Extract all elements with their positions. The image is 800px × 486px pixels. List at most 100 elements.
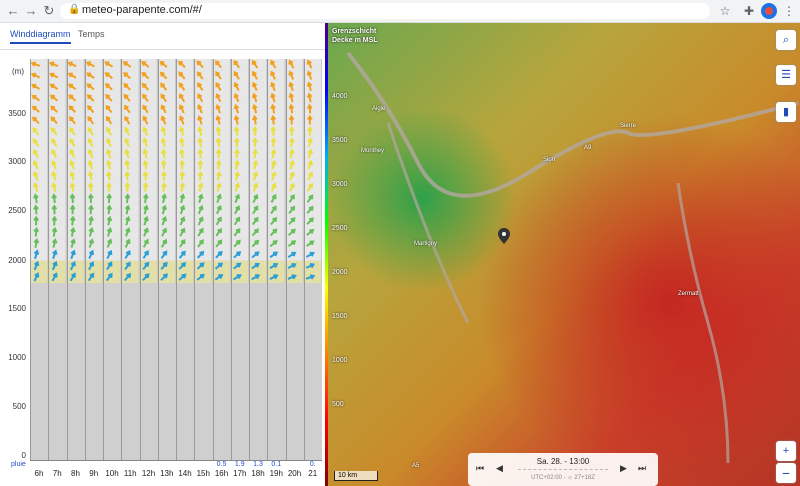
rain-value: 0.: [309, 461, 316, 468]
wind-cell: [177, 115, 194, 127]
wind-cell: [213, 193, 230, 205]
wind-cell: [177, 171, 194, 183]
wind-cell: [122, 182, 139, 194]
address-bar[interactable]: 🔒 meteo-parapente.com/#/: [60, 3, 710, 19]
wind-cell: [158, 182, 175, 194]
wind-cell: [231, 137, 248, 149]
wind-cell: [213, 103, 230, 115]
reload-icon[interactable]: ↻: [40, 2, 58, 20]
menu-icon[interactable]: ⋮: [780, 2, 798, 20]
wind-cell: [85, 193, 102, 205]
wind-cell: [195, 115, 212, 127]
wind-cell: [122, 137, 139, 149]
column-line: [230, 59, 232, 460]
zoom-out-button[interactable]: −: [776, 463, 796, 483]
wind-cell: [268, 171, 285, 183]
wind-cell: [250, 193, 267, 205]
wind-cell: [85, 148, 102, 160]
tab-temps[interactable]: Temps: [78, 29, 105, 39]
place-sierre: Sierre: [620, 123, 637, 129]
wind-cell: [250, 115, 267, 127]
tab-winddiagramm[interactable]: Winddiagramm: [10, 29, 71, 44]
wind-cell: [213, 182, 230, 194]
rain-value: 0.5: [216, 461, 227, 468]
wind-cell: [49, 249, 66, 261]
rain-value: 1.3: [253, 461, 263, 468]
wind-cell: [268, 126, 285, 138]
wind-cell: [31, 227, 48, 239]
next-frame-button[interactable]: ▶: [620, 463, 627, 474]
zoom-in-button[interactable]: +: [776, 441, 796, 461]
wind-cell: [286, 137, 303, 149]
column-line: [157, 59, 159, 460]
wind-cell: [104, 171, 121, 183]
wind-cell: [231, 182, 248, 194]
place-aigle: Aigle: [372, 106, 386, 112]
time-slider[interactable]: [518, 469, 608, 473]
search-map-button[interactable]: ⌕: [776, 30, 796, 50]
last-frame-button[interactable]: ⏭: [638, 463, 646, 474]
wind-cell: [104, 215, 121, 227]
wind-cell: [67, 215, 84, 227]
first-frame-button[interactable]: ⏮: [476, 463, 484, 474]
scale-bar: 10 km: [334, 471, 378, 481]
back-icon[interactable]: ←: [4, 2, 22, 20]
wind-cell: [85, 227, 102, 239]
location-pin-icon[interactable]: [498, 228, 510, 244]
wind-cell: [140, 137, 157, 149]
wind-cell: [304, 171, 321, 183]
column-line: [121, 59, 123, 460]
unit-label: (m): [12, 67, 24, 76]
wind-cell: [31, 271, 48, 283]
wind-cell: [286, 70, 303, 82]
wind-cell: [231, 204, 248, 216]
wind-cell: [104, 227, 121, 239]
wind-cell: [85, 204, 102, 216]
wind-cell: [31, 182, 48, 194]
map-view[interactable]: Grenzschicht Decke m MSL 4000 3500 3000 …: [328, 23, 800, 486]
hour-label: 18h: [251, 469, 265, 478]
wind-cell: [104, 148, 121, 160]
alt-3500: 3500: [332, 137, 348, 144]
wind-cell: [49, 171, 66, 183]
wind-cell: [49, 193, 66, 205]
wind-cell: [268, 182, 285, 194]
hour-label: 19h: [269, 469, 283, 478]
settings-map-button[interactable]: ☰: [776, 65, 796, 85]
wind-cell: [67, 249, 84, 261]
wind-cell: [158, 171, 175, 183]
wind-cell: [195, 204, 212, 216]
time-controls: ⏮ ◀ Sa. 28. - 13:00 UTC+02:00 - ☼ 27+18Z…: [468, 453, 658, 486]
wind-cell: [304, 115, 321, 127]
wind-cell: [122, 171, 139, 183]
wind-cell: [250, 81, 267, 93]
column-line: [30, 59, 31, 460]
forward-icon[interactable]: →: [22, 2, 40, 20]
wind-cell: [31, 238, 48, 250]
y-label-0: 0: [21, 451, 26, 460]
extensions-icon[interactable]: ✚: [740, 2, 758, 20]
wind-cell: [49, 204, 66, 216]
wind-cell: [31, 215, 48, 227]
tab-divider: [0, 49, 325, 50]
place-monthey: Monthey: [361, 148, 385, 154]
wind-cell: [213, 159, 230, 171]
chart-map-button[interactable]: ▮: [776, 102, 796, 122]
column-line: [66, 59, 68, 460]
wind-cell: [158, 204, 175, 216]
y-label-3000: 3000: [8, 157, 26, 166]
hour-label: 10h: [105, 469, 119, 478]
wind-cell: [304, 81, 321, 93]
hour-label: 7h: [52, 469, 62, 478]
hours-row: 6h 7h 8h 9h 10h 11h 12h 13h 14h 15h 16h 17h 18h 19h 20…: [30, 469, 322, 483]
wind-cell: [304, 126, 321, 138]
prev-frame-button[interactable]: ◀: [496, 463, 503, 474]
wind-cell: [286, 115, 303, 127]
alt-2000: 2000: [332, 269, 348, 276]
hour-label: 17h: [233, 469, 247, 478]
alt-4000: 4000: [332, 93, 348, 100]
alt-1000: 1000: [332, 357, 348, 364]
star-icon[interactable]: ☆: [716, 2, 734, 20]
avatar[interactable]: [761, 3, 777, 19]
hour-label: 15h: [196, 469, 210, 478]
